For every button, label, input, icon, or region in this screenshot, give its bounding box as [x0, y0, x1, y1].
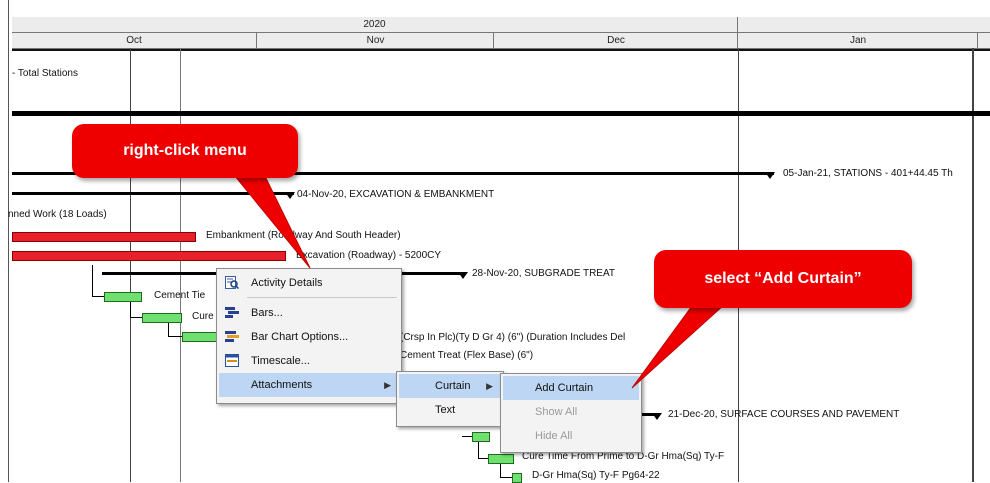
callout-right-click-menu: right-click menu — [72, 124, 298, 178]
callout-pointer-select — [631, 294, 737, 389]
callout-select-add-curtain: select “Add Curtain” — [654, 250, 912, 308]
callout-pointer-right-click — [228, 169, 311, 269]
callout-pointers — [228, 169, 737, 389]
